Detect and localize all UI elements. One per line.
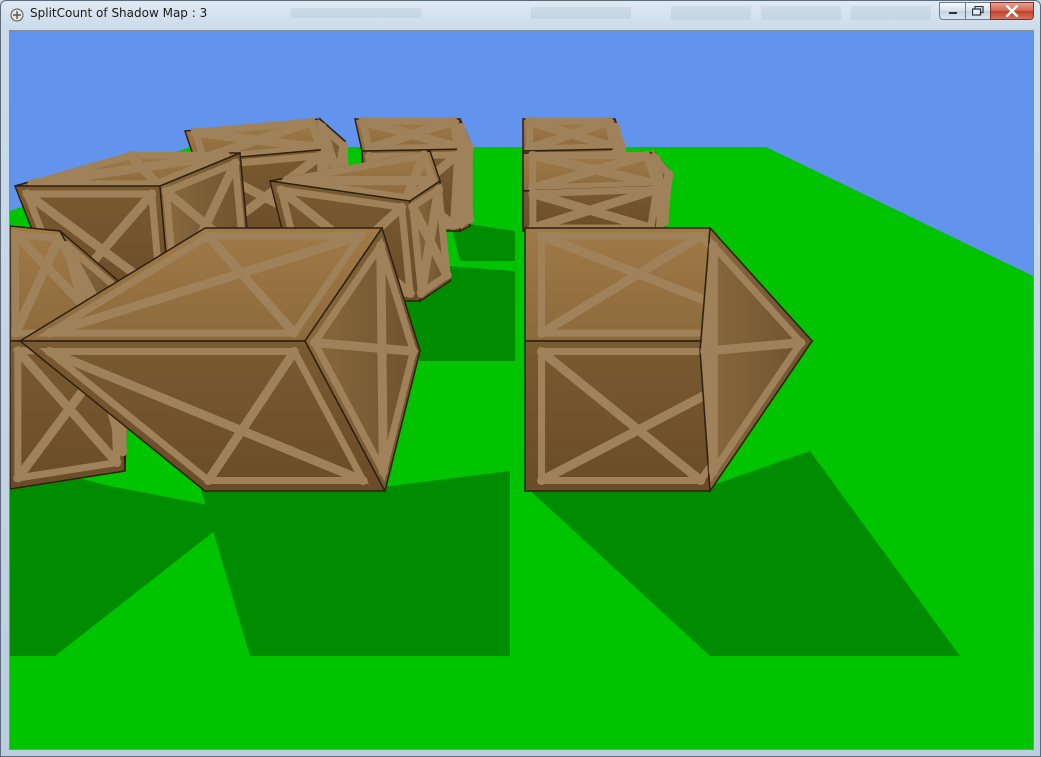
close-icon: [1005, 5, 1019, 17]
title-bar[interactable]: SplitCount of Shadow Map : 3: [1, 1, 1040, 27]
window-title: SplitCount of Shadow Map : 3: [30, 6, 208, 20]
minimize-button[interactable]: [939, 2, 965, 20]
wooden-crate: [522, 148, 674, 234]
minimize-icon: [948, 12, 957, 14]
app-icon[interactable]: [9, 7, 25, 23]
crate-strap: [376, 240, 388, 477]
close-button[interactable]: [990, 2, 1034, 20]
background-window-ghost: [291, 6, 931, 20]
maximize-icon: [972, 6, 984, 16]
maximize-button[interactable]: [965, 2, 990, 20]
app-window: SplitCount of Shadow Map : 3: [0, 0, 1041, 757]
render-viewport[interactable]: [9, 30, 1034, 750]
3d-scene: [10, 31, 1033, 749]
